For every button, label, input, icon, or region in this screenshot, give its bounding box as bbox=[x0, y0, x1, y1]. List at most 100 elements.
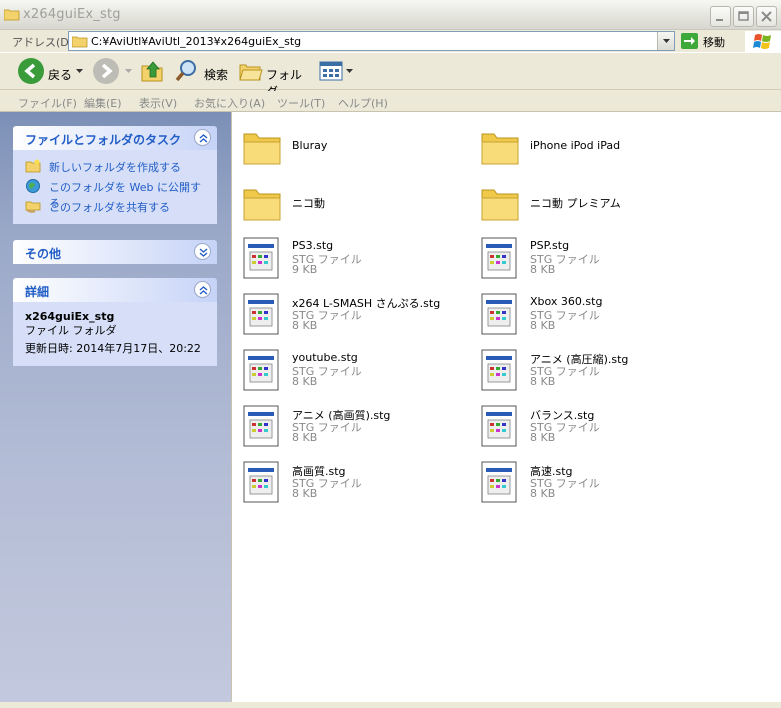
file-tasks-header[interactable]: ファイルとフォルダのタスク bbox=[13, 126, 217, 150]
file-item[interactable]: x264 L-SMASH さんぷる.stg STG ファイル 8 KB bbox=[234, 282, 464, 336]
window-bottom-border bbox=[0, 702, 781, 708]
item-name: ニコ動 プレミアム bbox=[530, 197, 621, 210]
up-folder-icon bbox=[141, 61, 163, 82]
chevron-down-double-icon bbox=[199, 248, 208, 257]
windows-flag-icon bbox=[753, 34, 771, 49]
file-item[interactable]: PS3.stg STG ファイル 9 KB bbox=[234, 226, 464, 280]
file-item[interactable]: アニメ (高圧縮).stg STG ファイル 8 KB bbox=[472, 338, 702, 392]
search-button[interactable]: 検索 bbox=[174, 58, 234, 86]
up-folder-button[interactable] bbox=[140, 58, 166, 86]
go-arrow-icon bbox=[681, 33, 698, 49]
go-label: 移動 bbox=[703, 36, 725, 49]
file-item[interactable]: 高速.stg STG ファイル 8 KB bbox=[472, 450, 702, 504]
views-button[interactable] bbox=[318, 58, 354, 86]
item-size: 8 KB bbox=[530, 431, 556, 444]
file-item[interactable]: アニメ (高画質).stg STG ファイル 8 KB bbox=[234, 394, 464, 448]
file-item[interactable]: Xbox 360.stg STG ファイル 8 KB bbox=[472, 282, 702, 336]
detail-folder-name: x264guiEx_stg bbox=[25, 310, 115, 323]
address-dropdown-button[interactable] bbox=[657, 32, 674, 50]
other-header[interactable]: その他 bbox=[13, 240, 217, 264]
windows-logo bbox=[745, 31, 781, 52]
back-button[interactable]: 戻る bbox=[18, 58, 88, 86]
expand-button[interactable] bbox=[194, 243, 211, 260]
other-panel: その他 bbox=[13, 240, 217, 264]
stg-file-icon bbox=[242, 460, 282, 504]
chevron-down-icon bbox=[76, 69, 83, 73]
stg-file-icon bbox=[242, 236, 282, 280]
menu-help[interactable]: ヘルプ(H) bbox=[338, 95, 388, 111]
folder-icon bbox=[480, 124, 520, 168]
stg-file-icon bbox=[242, 292, 282, 336]
task-publish-web[interactable]: このフォルダを Web に公開する bbox=[25, 176, 207, 210]
item-name: Bluray bbox=[292, 139, 328, 152]
folder-icon bbox=[72, 36, 88, 48]
menu-edit[interactable]: 編集(E) bbox=[84, 95, 122, 111]
menu-favorites[interactable]: お気に入り(A) bbox=[194, 95, 265, 111]
toolbar: 戻る 検索 フォルダ bbox=[0, 52, 781, 99]
details-body: x264guiEx_stg ファイル フォルダ 更新日時: 2014年7月17日… bbox=[13, 302, 217, 366]
item-size: 8 KB bbox=[292, 319, 318, 332]
item-size: 8 KB bbox=[530, 375, 556, 388]
item-size: 8 KB bbox=[292, 487, 318, 500]
file-item[interactable]: PSP.stg STG ファイル 8 KB bbox=[472, 226, 702, 280]
details-header[interactable]: 詳細 bbox=[13, 278, 217, 302]
folder-item[interactable]: ニコ動 bbox=[234, 170, 464, 224]
close-button[interactable] bbox=[756, 6, 777, 27]
stg-file-icon bbox=[480, 460, 520, 504]
forward-button[interactable] bbox=[93, 58, 133, 86]
other-title: その他 bbox=[25, 247, 62, 261]
maximize-button[interactable] bbox=[733, 6, 754, 27]
minimize-button[interactable] bbox=[710, 6, 731, 27]
collapse-button[interactable] bbox=[194, 129, 211, 146]
window-title: x264guiEx_stg bbox=[23, 7, 121, 22]
address-path: C:¥AviUtl¥AviUtl_2013¥x264guiEx_stg bbox=[91, 35, 302, 48]
menu-view[interactable]: 表示(V) bbox=[139, 95, 177, 111]
detail-folder-type: ファイル フォルダ bbox=[25, 324, 117, 337]
file-list: Bluray iPhone iPod iPad ニコ動 ニコ動 プレミアム PS3.st… bbox=[231, 112, 781, 708]
task-pane: ファイルとフォルダのタスク 新しいフォルダを作成する このフォルダを Web に… bbox=[0, 112, 231, 708]
collapse-button[interactable] bbox=[194, 281, 211, 298]
folders-button[interactable]: フォルダ bbox=[238, 58, 308, 99]
menu-file[interactable]: ファイル(F) bbox=[18, 95, 77, 111]
address-input[interactable]: C:¥AviUtl¥AviUtl_2013¥x264guiEx_stg bbox=[68, 31, 675, 51]
stg-file-icon bbox=[242, 348, 282, 392]
details-panel: 詳細 x264guiEx_stg ファイル フォルダ 更新日時: 2014年7月… bbox=[13, 278, 217, 366]
publish-web-icon bbox=[26, 179, 40, 193]
stg-file-icon bbox=[480, 236, 520, 280]
folder-item[interactable]: iPhone iPod iPad bbox=[472, 114, 702, 168]
minimize-icon bbox=[716, 19, 723, 21]
menu-tools[interactable]: ツール(T) bbox=[277, 95, 325, 111]
folder-icon bbox=[480, 180, 520, 224]
file-tasks-body: 新しいフォルダを作成する このフォルダを Web に公開する このフォルダを共有… bbox=[13, 150, 217, 224]
detail-modified: 更新日時: 2014年7月17日、20:22 bbox=[25, 342, 201, 355]
search-label: 検索 bbox=[204, 68, 229, 82]
file-item[interactable]: バランス.stg STG ファイル 8 KB bbox=[472, 394, 702, 448]
file-tasks-title: ファイルとフォルダのタスク bbox=[25, 133, 182, 147]
folder-item[interactable]: Bluray bbox=[234, 114, 464, 168]
go-button[interactable]: 移動 bbox=[680, 31, 738, 51]
forward-arrow-icon bbox=[93, 58, 119, 84]
file-item[interactable]: youtube.stg STG ファイル 8 KB bbox=[234, 338, 464, 392]
maximize-icon bbox=[738, 11, 749, 21]
item-size: 8 KB bbox=[530, 263, 556, 276]
folder-item[interactable]: ニコ動 プレミアム bbox=[472, 170, 702, 224]
item-name: ニコ動 bbox=[292, 197, 325, 210]
folder-icon bbox=[4, 9, 20, 21]
file-tasks-panel: ファイルとフォルダのタスク 新しいフォルダを作成する このフォルダを Web に… bbox=[13, 126, 217, 224]
stg-file-icon bbox=[480, 292, 520, 336]
task-share-folder[interactable]: このフォルダを共有する bbox=[25, 196, 207, 216]
chevron-down-icon bbox=[125, 69, 132, 73]
details-title: 詳細 bbox=[25, 285, 50, 299]
chevron-down-icon bbox=[663, 39, 670, 43]
share-folder-icon bbox=[25, 201, 41, 213]
item-size: 8 KB bbox=[530, 319, 556, 332]
close-icon bbox=[761, 11, 772, 22]
folder-icon bbox=[242, 124, 282, 168]
views-icon bbox=[319, 61, 343, 81]
task-new-folder[interactable]: 新しいフォルダを作成する bbox=[25, 156, 207, 176]
address-bar: アドレス(D) C:¥AviUtl¥AviUtl_2013¥x264guiEx_… bbox=[0, 30, 781, 52]
folders-icon bbox=[239, 64, 263, 81]
title-bar[interactable]: x264guiEx_stg bbox=[0, 0, 781, 30]
file-item[interactable]: 高画質.stg STG ファイル 8 KB bbox=[234, 450, 464, 504]
stg-file-icon bbox=[480, 404, 520, 448]
